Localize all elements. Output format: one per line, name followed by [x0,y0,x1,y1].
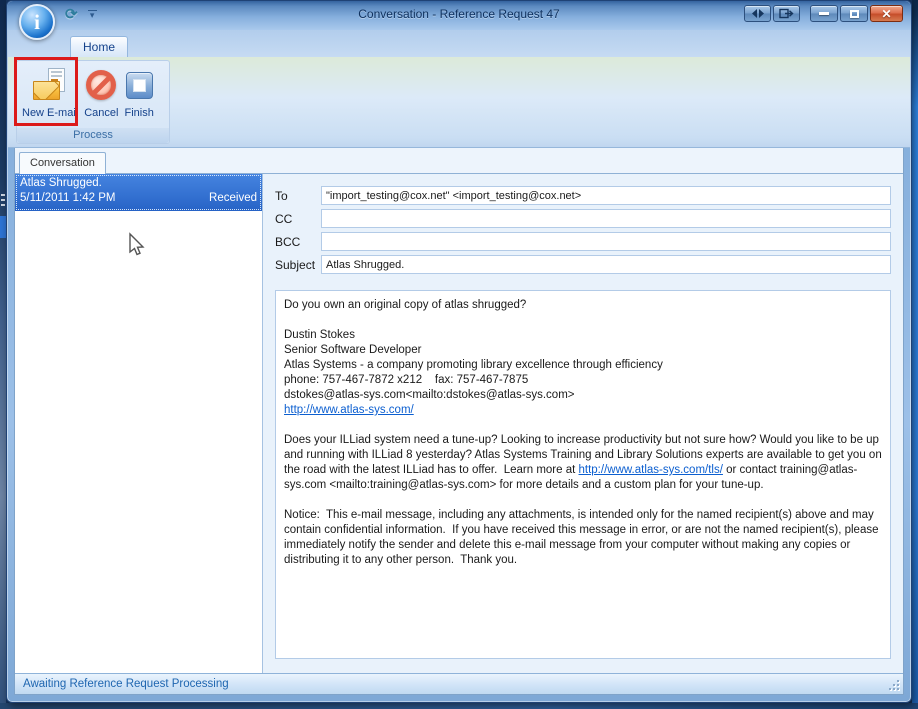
cc-label: CC [275,212,321,226]
status-bar: Awaiting Reference Request Processing [15,673,903,694]
body-line: http://www.atlas-sys.com/ [284,403,882,418]
to-input[interactable] [321,186,891,205]
conversation-window: Conversation - Reference Request 47 i ⟳ … [6,0,912,703]
body-text: Do you own an original copy of atlas shr… [284,299,526,311]
window-buttons: ✕ [742,5,903,22]
cancel-label: Cancel [84,107,118,119]
list-item-title: Atlas Shrugged. [20,177,257,189]
cc-input[interactable] [321,209,891,228]
background-decoration [1,204,5,206]
ribbon: New E-mail Cancel Finish Process [8,57,910,148]
background-decoration [1,194,5,196]
cancel-button[interactable]: Cancel [81,63,121,121]
info-orb-icon[interactable]: i [19,4,55,40]
mouse-cursor [126,232,146,258]
body-line: Atlas Systems - a company promoting libr… [284,358,882,373]
body-text: Dustin Stokes [284,329,355,341]
body-line: Notice: This e-mail message, including a… [284,508,882,568]
body-line [284,493,882,508]
tab-conversation[interactable]: Conversation [19,152,106,174]
subject-input[interactable] [321,255,891,274]
minimize-button[interactable] [810,5,838,22]
background-window-bottom-sliver [0,703,918,709]
detach-window-icon [779,8,794,19]
tab-home[interactable]: Home [70,36,128,57]
sync-icon[interactable]: ⟳ [65,7,78,23]
body-text: Atlas Systems - a company promoting libr… [284,359,663,371]
body-line: Dustin Stokes [284,328,882,343]
finish-label: Finish [124,107,153,119]
close-icon: ✕ [881,7,891,21]
body-line: Does your ILLiad system need a tune-up? … [284,433,882,493]
field-row-subject: Subject [275,255,891,274]
body-line: phone: 757-467-7872 x212 fax: 757-467-78… [284,373,882,388]
cancel-icon [86,70,116,100]
nav-arrows-icon [751,9,765,18]
nav-arrows-button[interactable] [744,5,771,22]
resize-grip[interactable] [887,678,901,692]
body-line [284,418,882,433]
restore-button[interactable] [840,5,868,22]
field-row-cc: CC [275,209,891,228]
field-row-to: To [275,186,891,205]
client-area: Conversation Atlas Shrugged. 5/11/2011 1… [14,148,904,695]
body-text: Notice: This e-mail message, including a… [284,509,882,566]
body-line [284,313,882,328]
bcc-input[interactable] [321,232,891,251]
status-text: Awaiting Reference Request Processing [15,678,229,690]
detach-window-button[interactable] [773,5,800,22]
subject-label: Subject [275,258,321,272]
field-row-bcc: BCC [275,232,891,251]
body-line: dstokes@atlas-sys.com<mailto:dstokes@atl… [284,388,882,403]
message-body[interactable]: Do you own an original copy of atlas shr… [275,290,891,659]
body-line: Senior Software Developer [284,343,882,358]
restore-icon [850,10,859,18]
group-label-process: Process [17,128,169,143]
finish-button[interactable]: Finish [121,63,156,121]
conversation-tab-row: Conversation [15,148,903,173]
list-item[interactable]: Atlas Shrugged. 5/11/2011 1:42 PM Receiv… [15,174,262,211]
body-text: dstokes@atlas-sys.com<mailto:dstokes@atl… [284,389,575,401]
finish-icon [126,72,153,99]
list-item-status: Received [209,192,257,204]
dropdown-arrow-icon[interactable] [86,8,99,22]
body-text: phone: 757-467-7872 x212 fax: 757-467-78… [284,374,528,386]
minimize-icon [819,12,829,15]
to-label: To [275,189,321,203]
background-decoration [1,199,5,201]
close-button[interactable]: ✕ [870,5,903,22]
bcc-label: BCC [275,235,321,249]
background-window-right-sliver [912,0,918,709]
body-link[interactable]: http://www.atlas-sys.com/ [284,404,414,416]
quick-access-toolbar: ⟳ [65,7,99,23]
list-item-timestamp: 5/11/2011 1:42 PM [20,192,115,204]
body-text: Senior Software Developer [284,344,421,356]
body-line: Do you own an original copy of atlas shr… [284,298,882,313]
ribbon-tab-row: Home [8,30,910,57]
email-detail-pane: To CC BCC Subject Do you own an original… [263,174,903,673]
annotation-highlight-box [14,57,78,126]
body-link[interactable]: http://www.atlas-sys.com/tls/ [579,464,723,476]
